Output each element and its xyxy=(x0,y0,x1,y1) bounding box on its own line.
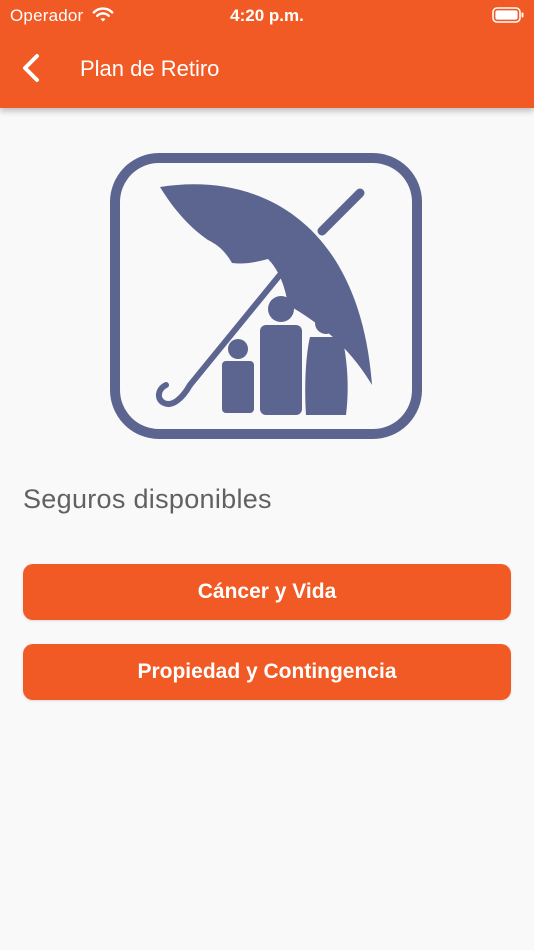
umbrella-family-icon xyxy=(110,153,422,439)
clock: 4:20 p.m. xyxy=(230,6,304,25)
page-title: Plan de Retiro xyxy=(80,56,220,81)
chevron-left-icon xyxy=(23,54,39,82)
property-contingency-button[interactable]: Propiedad y Contingencia xyxy=(23,644,511,700)
back-button[interactable] xyxy=(12,48,52,88)
status-bar: Operador 4:20 p.m. xyxy=(0,0,534,32)
navigation-bar: Plan de Retiro xyxy=(0,32,534,108)
battery-icon xyxy=(492,6,524,24)
app-header: Operador 4:20 p.m. Plan de Retiro xyxy=(0,0,534,108)
screen: Operador 4:20 p.m. Plan de Retiro Seguro… xyxy=(0,0,534,950)
cancer-life-button[interactable]: Cáncer y Vida xyxy=(23,564,511,620)
button-label: Cáncer y Vida xyxy=(197,580,337,603)
section-title: Seguros disponibles xyxy=(23,484,272,514)
button-label: Propiedad y Contingencia xyxy=(137,660,397,683)
